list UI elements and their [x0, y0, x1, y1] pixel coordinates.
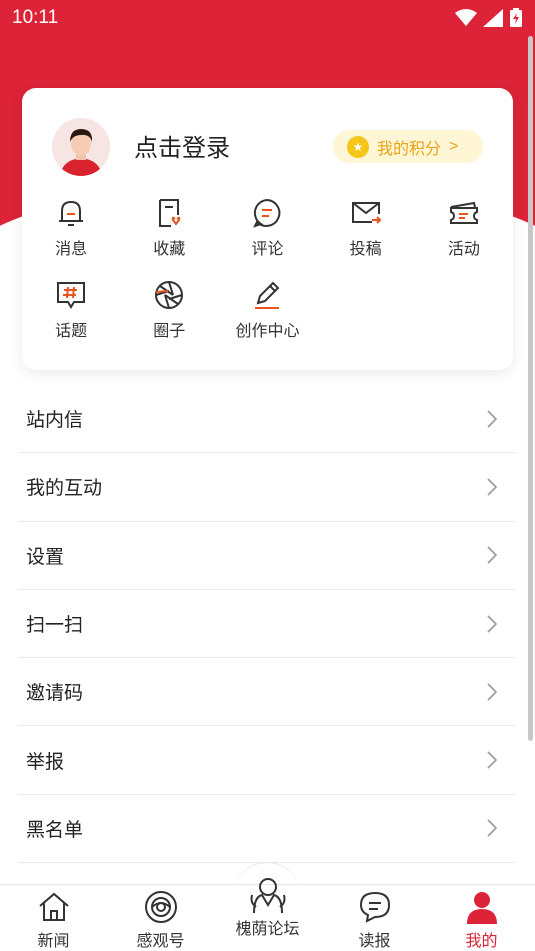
- star-coin-icon: ★: [347, 135, 369, 158]
- avatar[interactable]: [52, 118, 110, 176]
- tab-label: 新闻: [37, 933, 70, 950]
- menu-item-report[interactable]: 举报: [18, 726, 516, 795]
- tab-label: 读报: [358, 933, 391, 950]
- menu-item-label: 黑名单: [26, 819, 84, 841]
- menu-item-settings[interactable]: 设置: [18, 522, 516, 590]
- forum-icon: [248, 875, 288, 915]
- bookmark-heart-icon: [152, 196, 186, 230]
- grid-item-submit[interactable]: 投稿: [317, 196, 415, 278]
- chevron-right-icon: [487, 819, 498, 837]
- tab-read-paper[interactable]: 读报: [321, 885, 428, 951]
- profile-card: 点击登录 ★ 我的积分 > 消息 收藏 评论 投稿 活动 话题 圈子 创作中心: [22, 88, 513, 370]
- chevron-right-icon: [487, 410, 498, 428]
- menu-item-label: 站内信: [26, 410, 84, 432]
- user-icon: [464, 889, 500, 925]
- grid-item-creator-center[interactable]: 创作中心: [218, 278, 316, 360]
- grid-item-label: 创作中心: [235, 323, 300, 340]
- signal-icon: [483, 9, 503, 27]
- battery-icon: [510, 8, 522, 27]
- grid-item-label: 圈子: [153, 323, 186, 340]
- menu-item-my-interactions[interactable]: 我的互动: [18, 453, 516, 522]
- menu-item-inbox[interactable]: 站内信: [18, 385, 516, 454]
- menu-item-blacklist[interactable]: 黑名单: [18, 795, 516, 864]
- bell-icon: [54, 196, 88, 230]
- tab-forum[interactable]: 槐荫论坛: [214, 878, 321, 951]
- login-prompt[interactable]: 点击登录: [134, 128, 230, 163]
- grid-item-circles[interactable]: 圈子: [120, 278, 218, 360]
- menu-item-invite-code[interactable]: 邀请码: [18, 658, 516, 727]
- aperture-icon: [152, 278, 186, 312]
- chat-bubble-icon: [357, 889, 393, 925]
- wifi-icon: [455, 9, 477, 26]
- grid-item-label: 活动: [447, 241, 480, 258]
- scrollbar[interactable]: [528, 36, 533, 741]
- grid-item-label: 评论: [251, 241, 284, 258]
- bottom-tab-bar: 新闻 感观号 槐荫论坛 读报 我的: [0, 878, 535, 951]
- ticket-icon: [447, 196, 481, 230]
- menu-item-label: 扫一扫: [26, 615, 84, 637]
- chevron-right-icon: [487, 478, 498, 496]
- grid-item-favorites[interactable]: 收藏: [120, 196, 218, 278]
- menu-item-label: 举报: [26, 751, 65, 773]
- grid-item-label: 投稿: [349, 241, 382, 258]
- chevron-right-icon: [487, 683, 498, 701]
- grid-item-label: 消息: [55, 241, 88, 258]
- home-icon: [36, 889, 72, 925]
- mail-send-icon: [349, 196, 383, 230]
- pen-icon: [250, 278, 284, 312]
- grid-item-comments[interactable]: 评论: [218, 196, 316, 278]
- hashtag-icon: [54, 278, 88, 312]
- chevron-right-icon: [487, 546, 498, 564]
- grid-item-events[interactable]: 活动: [415, 196, 513, 278]
- my-points-button[interactable]: ★ 我的积分 >: [333, 130, 483, 163]
- menu-item-scan[interactable]: 扫一扫: [18, 590, 516, 659]
- points-label: 我的积分: [377, 140, 442, 158]
- menu-item-label: 邀请码: [26, 683, 84, 705]
- tab-mine[interactable]: 我的: [428, 885, 535, 951]
- points-arrow: >: [449, 137, 459, 155]
- tab-label: 槐荫论坛: [235, 921, 300, 938]
- chevron-right-icon: [487, 614, 498, 633]
- grid-item-label: 话题: [55, 323, 88, 340]
- tab-news[interactable]: 新闻: [0, 885, 107, 951]
- status-time: 10:11: [12, 7, 59, 28]
- status-bar: 10:11: [0, 0, 535, 36]
- feature-grid: 消息 收藏 评论 投稿 活动 话题 圈子 创作中心: [22, 196, 513, 360]
- menu-item-label: 设置: [26, 546, 65, 568]
- grid-item-messages[interactable]: 消息: [22, 196, 120, 278]
- comment-icon: [250, 196, 284, 230]
- tab-label: 我的: [465, 933, 498, 950]
- tab-ganguan[interactable]: 感观号: [107, 885, 214, 951]
- eye-circle-icon: [143, 889, 179, 925]
- tab-label: 感观号: [136, 933, 185, 950]
- grid-item-label: 收藏: [153, 241, 186, 258]
- chevron-right-icon: [487, 751, 498, 769]
- settings-menu: 站内信 我的互动 设置 扫一扫 邀请码 举报 黑名单: [18, 385, 516, 864]
- grid-item-topics[interactable]: 话题: [22, 278, 120, 360]
- menu-item-label: 我的互动: [26, 478, 103, 500]
